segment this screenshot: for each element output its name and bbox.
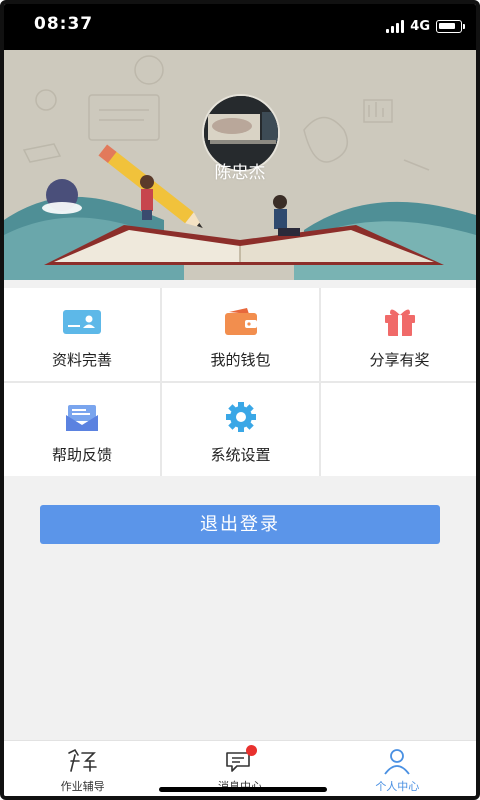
- signal-icon: [386, 19, 405, 33]
- person-icon: [384, 749, 411, 775]
- phone-frame: 08:37 4G 陈忠杰 资料完善 我的钱包 分享有奖 帮助反馈 系统设置 退出…: [0, 0, 480, 800]
- tab-homework[interactable]: 作业辅导: [4, 741, 161, 796]
- gift-icon: [384, 309, 415, 336]
- status-icons: 4G: [386, 16, 465, 36]
- wallet-icon: [224, 308, 257, 335]
- menu-item-label: 帮助反馈: [51, 446, 112, 464]
- unread-badge: [245, 745, 257, 756]
- id-card-icon: [63, 310, 101, 334]
- gear-icon: [225, 402, 256, 432]
- menu-empty-cell: [321, 383, 476, 476]
- menu-item-label: 资料完善: [51, 351, 112, 369]
- message-icon-wrap: [223, 745, 257, 775]
- menu-item-wallet[interactable]: 我的钱包: [162, 288, 319, 381]
- status-bar: 08:37 4G: [4, 4, 476, 50]
- feedback-envelope-icon: [66, 405, 98, 431]
- tab-profile[interactable]: 个人中心: [319, 741, 476, 796]
- menu-item-help-feedback[interactable]: 帮助反馈: [4, 383, 160, 476]
- homework-icon: [67, 748, 97, 772]
- menu-item-label: 分享有奖: [369, 351, 430, 369]
- tab-label: 个人中心: [375, 780, 420, 793]
- tab-label: 作业辅导: [60, 780, 105, 793]
- menu-item-label: 系统设置: [210, 446, 271, 464]
- profile-banner: 陈忠杰: [4, 50, 476, 280]
- menu-item-system-settings[interactable]: 系统设置: [162, 383, 319, 476]
- home-indicator: [159, 787, 327, 792]
- user-name: 陈忠杰: [214, 163, 266, 183]
- profile-menu-grid: 资料完善 我的钱包 分享有奖 帮助反馈 系统设置: [4, 288, 476, 476]
- network-label: 4G: [410, 18, 430, 34]
- battery-icon: [436, 19, 465, 33]
- status-time: 08:37: [34, 14, 94, 34]
- logout-button[interactable]: 退出登录: [40, 505, 440, 544]
- menu-item-label: 我的钱包: [210, 351, 271, 369]
- menu-item-profile-complete[interactable]: 资料完善: [4, 288, 160, 381]
- menu-item-share-reward[interactable]: 分享有奖: [321, 288, 476, 381]
